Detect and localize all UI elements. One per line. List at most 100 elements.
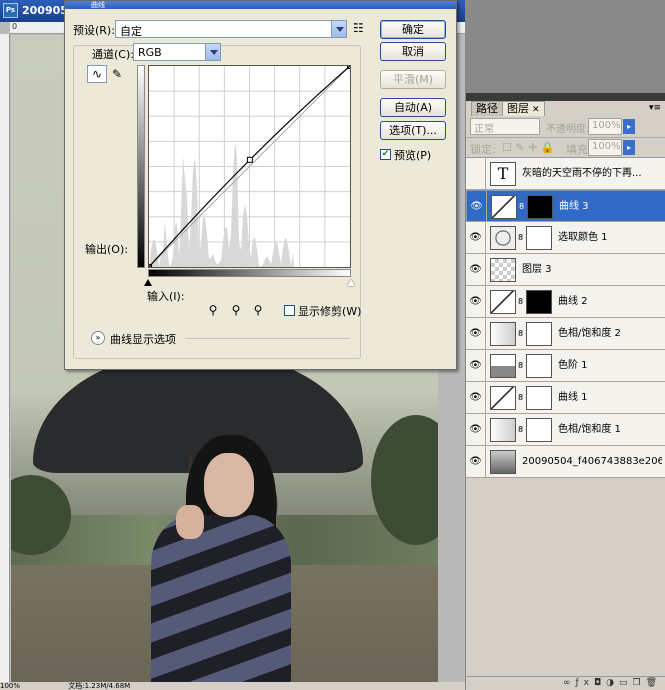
fill-input[interactable]: 100% xyxy=(588,139,622,156)
input-gradient-bar xyxy=(148,269,351,277)
curve-icon: ∿ xyxy=(91,67,103,81)
chain-link-icon[interactable]: 8 xyxy=(518,360,524,372)
eye-icon[interactable]: 👁 xyxy=(466,414,486,446)
chain-link-icon[interactable]: 8 xyxy=(519,201,525,213)
layer-row[interactable]: 👁 8 选取颜色 1 xyxy=(466,222,665,254)
lock-icons[interactable]: ☐ ✎ ✛ 🔒 xyxy=(502,141,554,154)
layer-row[interactable]: 👁 20090504_f406743883e206b6... xyxy=(466,446,665,478)
black-point-slider[interactable] xyxy=(144,279,152,286)
white-eyedropper-icon[interactable]: ⚲ xyxy=(251,303,265,317)
curves-dialog-title[interactable]: 曲线 xyxy=(65,1,456,9)
options-divider xyxy=(185,338,350,339)
curve-display-options-label[interactable]: 曲线显示选项 xyxy=(110,331,176,347)
layer-row[interactable]: 👁 8 色相/饱和度 1 xyxy=(466,414,665,446)
opacity-input[interactable]: 100% xyxy=(588,118,622,135)
layer-thumbnail[interactable]: T xyxy=(490,162,516,186)
layer-mask-thumbnail[interactable] xyxy=(526,226,552,250)
gray-eyedropper-icon[interactable]: ⚲ xyxy=(229,303,243,317)
preset-label: 预设(R): xyxy=(73,24,115,37)
layer-thumbnail[interactable] xyxy=(490,354,516,378)
white-point-slider[interactable] xyxy=(347,279,355,286)
layer-thumbnail[interactable] xyxy=(490,226,516,250)
layer-name: 色相/饱和度 1 xyxy=(558,424,621,435)
layer-name: 色阶 1 xyxy=(558,360,588,371)
close-icon[interactable]: ✕ xyxy=(532,105,540,115)
eye-icon[interactable]: 👁 xyxy=(466,222,486,254)
cancel-button[interactable]: 取消 xyxy=(380,42,446,61)
fx-icon[interactable]: ƒx xyxy=(575,678,594,688)
opacity-arrow-icon[interactable]: ▸ xyxy=(623,119,635,134)
curves-graph[interactable] xyxy=(146,63,353,270)
eye-icon[interactable]: 👁 xyxy=(466,446,486,478)
chain-link-icon[interactable]: 8 xyxy=(518,296,524,308)
layer-row[interactable]: 👁 8 曲线 1 xyxy=(466,382,665,414)
layer-mask-thumbnail[interactable] xyxy=(527,195,553,219)
eye-icon[interactable]: 👁 xyxy=(467,191,487,223)
fill-arrow-icon[interactable]: ▸ xyxy=(623,140,635,155)
zoom-level[interactable]: 100% xyxy=(0,682,20,690)
chevron-down-icon xyxy=(205,44,220,60)
expand-icon[interactable]: » xyxy=(91,331,105,345)
doc-size[interactable]: 文档:1.23M/4.68M xyxy=(68,682,130,690)
trash-icon[interactable]: 🗑 xyxy=(646,678,662,688)
add-mask-icon[interactable]: ◘ xyxy=(594,678,606,688)
preset-options-icon[interactable]: ☷ xyxy=(353,21,364,35)
panel-top-bar[interactable] xyxy=(466,93,665,101)
output-gradient-bar xyxy=(137,65,145,268)
eye-icon[interactable]: 👁 xyxy=(466,286,486,318)
chain-link-icon[interactable]: 8 xyxy=(518,392,524,404)
panel-menu-icon[interactable]: ▾≡ xyxy=(649,103,661,113)
layer-thumbnail[interactable] xyxy=(490,450,516,474)
preset-select[interactable]: 自定 xyxy=(115,20,347,38)
chain-link-icon[interactable]: 8 xyxy=(518,232,524,244)
auto-button[interactable]: 自动(A) xyxy=(380,98,446,117)
layer-name: 色相/饱和度 2 xyxy=(558,328,621,339)
tab-layers[interactable]: 图层 ✕ xyxy=(502,101,545,116)
pencil-tool[interactable]: ✎ xyxy=(107,65,127,83)
layer-thumbnail[interactable] xyxy=(490,290,516,314)
layer-row[interactable]: T 灰暗的天空雨不停的下再... xyxy=(466,158,665,190)
layer-mask-thumbnail[interactable] xyxy=(526,418,552,442)
layer-thumbnail[interactable] xyxy=(490,258,516,282)
vertical-ruler[interactable] xyxy=(0,34,10,682)
tab-paths[interactable]: 路径 xyxy=(471,101,503,116)
adjustment-icon[interactable]: ◑ xyxy=(606,678,619,688)
layer-thumbnail[interactable] xyxy=(490,418,516,442)
eye-icon[interactable]: 👁 xyxy=(466,254,486,286)
ok-button[interactable]: 确定 xyxy=(380,20,446,39)
layer-row[interactable]: 👁 图层 3 xyxy=(466,254,665,286)
layer-row[interactable]: 👁 8 色阶 1 xyxy=(466,350,665,382)
layer-mask-thumbnail[interactable] xyxy=(526,386,552,410)
eye-icon[interactable]: 👁 xyxy=(466,318,486,350)
layer-mask-thumbnail[interactable] xyxy=(526,354,552,378)
layer-mask-thumbnail[interactable] xyxy=(526,290,552,314)
layer-thumbnail[interactable] xyxy=(491,195,517,219)
show-clipping-checkbox[interactable] xyxy=(284,305,295,316)
preview-checkbox[interactable]: ✔ xyxy=(380,149,391,160)
eye-icon[interactable] xyxy=(466,158,486,190)
eye-icon[interactable]: 👁 xyxy=(466,382,486,414)
curve-point-tool[interactable]: ∿ xyxy=(87,65,107,83)
layer-row[interactable]: 👁 8 色相/饱和度 2 xyxy=(466,318,665,350)
chain-link-icon[interactable]: 8 xyxy=(518,328,524,340)
chain-link-icon[interactable]: 8 xyxy=(518,424,524,436)
layer-row[interactable]: 👁 8 曲线 3 xyxy=(466,190,665,223)
blend-mode-select[interactable]: 正常 xyxy=(470,118,540,135)
layer-thumbnail[interactable] xyxy=(490,322,516,346)
group-icon[interactable]: ▭ xyxy=(619,678,633,688)
layer-thumbnail[interactable] xyxy=(490,386,516,410)
eye-icon[interactable]: 👁 xyxy=(466,350,486,382)
options-button[interactable]: 选项(T)... xyxy=(380,121,446,140)
curves-graph-svg[interactable] xyxy=(146,63,353,270)
layer-mask-thumbnail[interactable] xyxy=(526,322,552,346)
layer-row[interactable]: 👁 8 曲线 2 xyxy=(466,286,665,318)
channel-select[interactable]: RGB xyxy=(133,43,221,61)
curve-control-point[interactable] xyxy=(246,156,253,163)
link-layers-icon[interactable]: ∞ xyxy=(563,678,576,688)
smooth-button[interactable]: 平滑(M) xyxy=(380,70,446,89)
layer-name: 图层 3 xyxy=(522,264,552,275)
black-eyedropper-icon[interactable]: ⚲ xyxy=(206,303,220,317)
layer-name: 曲线 3 xyxy=(559,201,589,212)
tab-layers-label: 图层 xyxy=(507,102,529,115)
new-layer-icon[interactable]: ❐ xyxy=(632,678,645,688)
